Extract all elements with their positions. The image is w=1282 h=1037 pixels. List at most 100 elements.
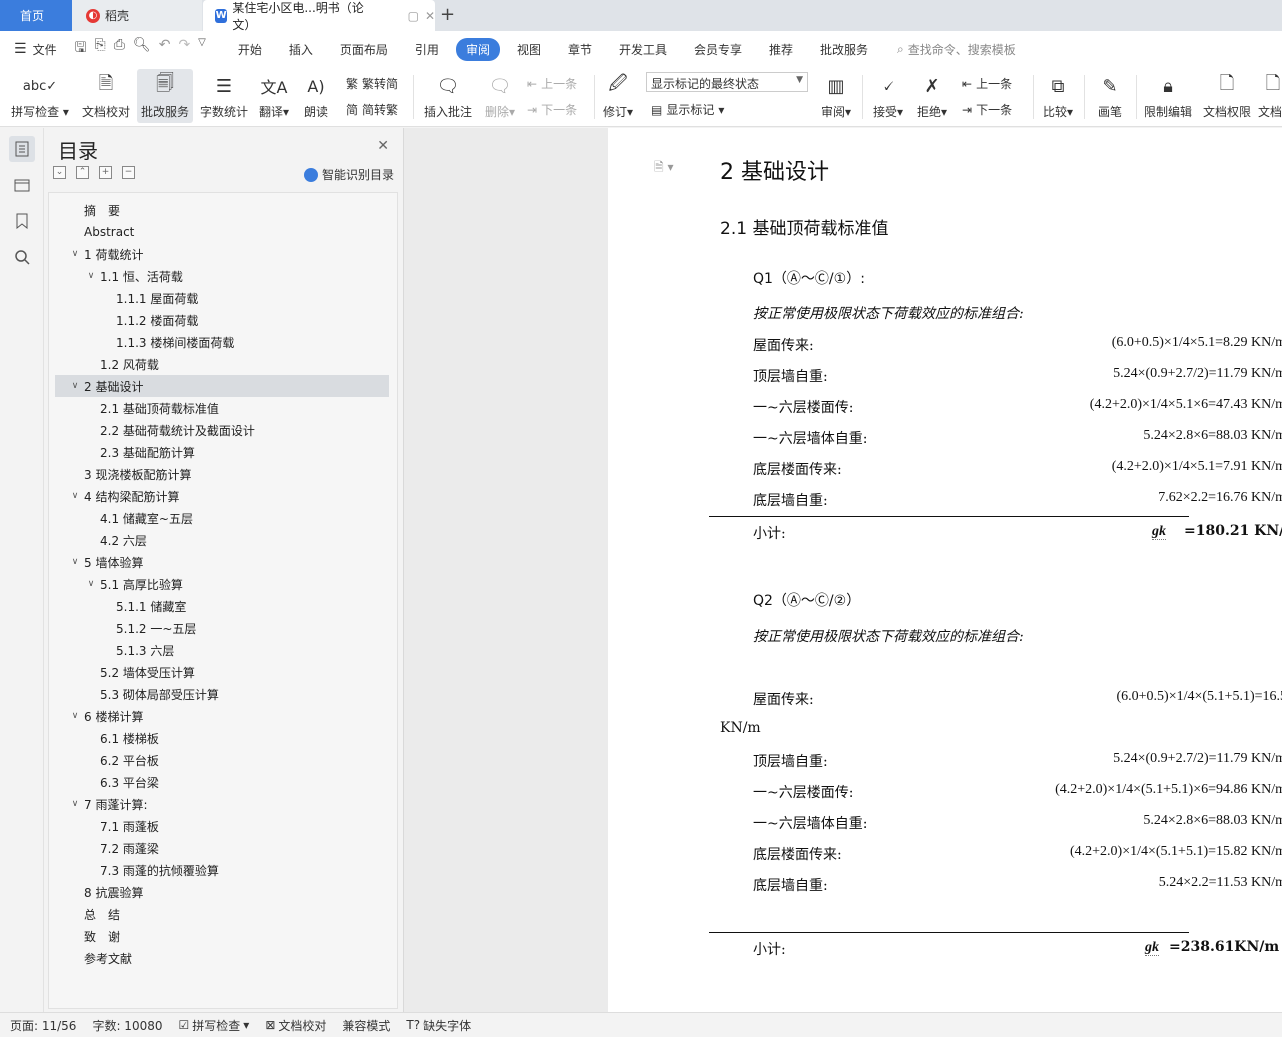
- toc-item[interactable]: 3 现浇楼板配筋计算: [55, 463, 389, 485]
- expand-up-icon[interactable]: ⌃: [76, 166, 89, 179]
- doc-proofread-button[interactable]: 🗎 文档校对: [78, 69, 134, 123]
- command-search[interactable]: ⌕ 查找命令、搜索模板: [897, 41, 1016, 58]
- customize-icon[interactable]: ▽: [198, 37, 206, 61]
- chevron-down-icon[interactable]: ∨: [69, 381, 81, 391]
- toc-item[interactable]: ∨ 6 楼梯计算: [55, 705, 389, 727]
- toc-item[interactable]: 2.1 基础顶荷载标准值: [55, 397, 389, 419]
- compare-button[interactable]: ⧉ 比较▾: [1038, 69, 1078, 123]
- toc-item[interactable]: 8 抗震验算: [55, 881, 389, 903]
- toc-item[interactable]: 2.3 基础配筋计算: [55, 441, 389, 463]
- collapse-all-icon[interactable]: ⌄: [53, 166, 66, 179]
- toc-item[interactable]: 7.3 雨蓬的抗倾覆验算: [55, 859, 389, 881]
- toc-item[interactable]: ∨ 4 结构梁配筋计算: [55, 485, 389, 507]
- undo-icon[interactable]: ↶: [159, 37, 171, 61]
- menu-page-layout[interactable]: 页面布局: [330, 38, 398, 61]
- toc-item[interactable]: 致 谢: [55, 925, 389, 947]
- pen-button[interactable]: ✎ 画笔: [1090, 69, 1130, 123]
- toc-item[interactable]: 2.2 基础荷载统计及截面设计: [55, 419, 389, 441]
- prev-change-button[interactable]: ⇤ 上一条: [962, 75, 1012, 92]
- toc-item[interactable]: 5.1.3 六层: [55, 639, 389, 661]
- toc-item[interactable]: 1.1.3 楼梯间楼面荷载: [55, 331, 389, 353]
- toc-item[interactable]: 5.1.2 一~五层: [55, 617, 389, 639]
- review-pane-button[interactable]: ▥ 审阅▾: [816, 69, 856, 123]
- tab-close-icon[interactable]: ✕: [425, 9, 435, 23]
- print-preview-icon[interactable]: 🔍︎: [133, 37, 151, 61]
- toc-item[interactable]: 6.2 平台板: [55, 749, 389, 771]
- menu-developer[interactable]: 开发工具: [609, 38, 677, 61]
- chevron-down-icon[interactable]: ∨: [69, 711, 81, 721]
- toc-item[interactable]: ∨ 7 雨蓬计算:: [55, 793, 389, 815]
- show-markup-button[interactable]: ▤ 显示标记 ▾: [651, 101, 724, 118]
- document-page[interactable]: 🗎 ▾ 2 基础设计 2.1 基础顶荷载标准值 Q1（Ⓐ～Ⓒ/①）: 按正常使用…: [608, 128, 1282, 1012]
- menu-chapter[interactable]: 章节: [558, 38, 602, 61]
- word-count-indicator[interactable]: 字数: 10080: [92, 1017, 162, 1034]
- read-aloud-button[interactable]: A) 朗读: [298, 69, 334, 123]
- accept-button[interactable]: 🗸 接受▾: [868, 69, 908, 123]
- restrict-edit-button[interactable]: 🔒︎ 限制编辑: [1140, 69, 1196, 123]
- toc-item[interactable]: ∨ 5 墙体验算: [55, 551, 389, 573]
- toc-item[interactable]: 1.1.2 楼面荷载: [55, 309, 389, 331]
- export-icon[interactable]: ⎘: [95, 37, 106, 61]
- menu-start[interactable]: 开始: [228, 38, 272, 61]
- review-service-button[interactable]: 🗐 批改服务: [137, 69, 193, 123]
- prev-comment-button[interactable]: ⇤ 上一条: [527, 75, 577, 92]
- toc-item[interactable]: 7.2 雨蓬梁: [55, 837, 389, 859]
- next-change-button[interactable]: ⇥ 下一条: [962, 101, 1012, 118]
- delete-comment-button[interactable]: 🗨 删除▾: [480, 69, 520, 123]
- word-count-button[interactable]: ☰ 字数统计: [196, 69, 252, 123]
- paragraph-tool-icon[interactable]: 🗎 ▾: [654, 158, 674, 179]
- search-icon[interactable]: [9, 244, 35, 270]
- menu-review[interactable]: 审阅: [455, 37, 500, 61]
- toc-item[interactable]: 5.1.1 储藏室: [55, 595, 389, 617]
- menu-view[interactable]: 视图: [507, 38, 551, 61]
- toc-item[interactable]: ∨ 1 荷载统计: [55, 243, 389, 265]
- toc-item[interactable]: 7.1 雨蓬板: [55, 815, 389, 837]
- menu-member[interactable]: 会员专享: [684, 38, 752, 61]
- add-heading-icon[interactable]: +: [99, 166, 112, 179]
- bookmark-icon[interactable]: [9, 208, 35, 234]
- tab-pin-icon[interactable]: ▢: [408, 9, 419, 23]
- toc-item[interactable]: Abstract: [55, 221, 389, 243]
- file-menu[interactable]: ☰ 文件: [14, 41, 57, 58]
- toc-item[interactable]: ∨ 2 基础设计: [55, 375, 389, 397]
- print-icon[interactable]: ⎙: [114, 37, 125, 61]
- toc-item[interactable]: 5.3 砌体局部受压计算: [55, 683, 389, 705]
- chevron-down-icon[interactable]: ∨: [85, 271, 97, 281]
- trad-to-simp-button[interactable]: 繁繁转简: [346, 75, 398, 92]
- toc-pane-icon[interactable]: [9, 136, 35, 162]
- toc-item[interactable]: 1.2 风荷载: [55, 353, 389, 375]
- markup-state-select[interactable]: 显示标记的最终状态 ▼: [646, 72, 808, 92]
- missing-font[interactable]: T? 缺失字体: [406, 1017, 471, 1034]
- toc-item[interactable]: ∨ 1.1 恒、活荷载: [55, 265, 389, 287]
- chevron-down-icon[interactable]: ∨: [69, 249, 81, 259]
- menu-recommend[interactable]: 推荐: [759, 38, 803, 61]
- chapter-nav-icon[interactable]: [9, 172, 35, 198]
- doc-permission-button[interactable]: 🗋 文档权限: [1199, 69, 1255, 123]
- redo-icon[interactable]: ↷: [178, 37, 190, 61]
- chevron-down-icon[interactable]: ∨: [69, 491, 81, 501]
- spell-check-button[interactable]: abc✓ 拼写检查 ▾: [8, 69, 72, 123]
- toc-item[interactable]: 6.1 楼梯板: [55, 727, 389, 749]
- toc-item[interactable]: 5.2 墙体受压计算: [55, 661, 389, 683]
- tab-daoke[interactable]: ◐ 稻壳: [72, 0, 202, 31]
- next-comment-button[interactable]: ⇥ 下一条: [527, 101, 577, 118]
- translate-button[interactable]: 文A 翻译▾: [254, 69, 294, 123]
- tab-document[interactable]: W 某住宅小区电...明书（论文） ▢ ✕: [203, 0, 435, 32]
- toc-item[interactable]: 4.2 六层: [55, 529, 389, 551]
- new-tab-icon[interactable]: +: [440, 4, 455, 25]
- doc-more-button[interactable]: 🗋 文档: [1258, 69, 1282, 123]
- close-icon[interactable]: ✕: [377, 138, 389, 154]
- chevron-down-icon[interactable]: ∨: [69, 799, 81, 809]
- status-proofread[interactable]: ⊠ 文档校对: [265, 1017, 326, 1034]
- menu-references[interactable]: 引用: [405, 38, 449, 61]
- toc-item[interactable]: 总 结: [55, 903, 389, 925]
- menu-correction[interactable]: 批改服务: [810, 38, 878, 61]
- menu-insert[interactable]: 插入: [279, 38, 323, 61]
- toc-item[interactable]: 4.1 储藏室~五层: [55, 507, 389, 529]
- page-indicator[interactable]: 页面: 11/56: [10, 1017, 76, 1034]
- toc-item[interactable]: ∨ 5.1 高厚比验算: [55, 573, 389, 595]
- chevron-down-icon[interactable]: ∨: [69, 557, 81, 567]
- toc-item[interactable]: 1.1.1 屋面荷载: [55, 287, 389, 309]
- save-icon[interactable]: 🖫: [75, 37, 87, 61]
- reject-button[interactable]: ✗ 拒绝▾: [912, 69, 952, 123]
